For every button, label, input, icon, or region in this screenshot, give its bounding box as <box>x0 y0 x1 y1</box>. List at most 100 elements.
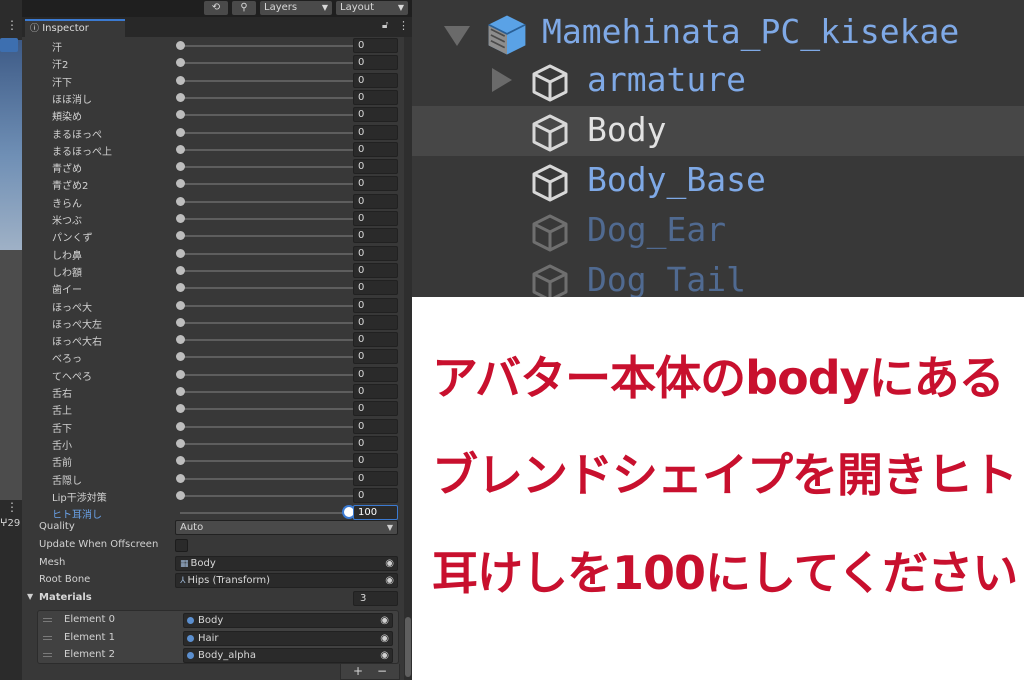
blendshape-slider-knob[interactable] <box>176 300 185 310</box>
material-field[interactable]: Hair ◉ <box>183 630 393 646</box>
blendshape-value-field[interactable]: 0 <box>353 487 398 503</box>
hierarchy-root-row[interactable]: Mamehinata_PC_kisekae <box>412 8 1024 58</box>
blendshape-slider-track[interactable] <box>180 79 355 82</box>
blendshape-slider-track[interactable] <box>180 218 355 220</box>
more-options-icon[interactable]: ⋮ <box>6 18 18 32</box>
object-picker-icon[interactable]: ◉ <box>385 574 394 587</box>
blendshape-slider-track[interactable] <box>180 252 355 255</box>
object-picker-icon[interactable]: ◉ <box>380 632 389 645</box>
lock-icon[interactable]: 🔓︎ <box>382 20 388 31</box>
blendshape-value-field[interactable]: 0 <box>353 280 398 296</box>
hierarchy-item[interactable]: armature <box>412 56 1024 106</box>
blendshape-slider-knob[interactable] <box>176 92 185 102</box>
blendshape-slider-track[interactable] <box>180 373 355 376</box>
scene-view-strip[interactable]: ⋮ ⋮ ⵖ29 <box>0 0 22 680</box>
expand-arrow-icon[interactable] <box>444 26 470 46</box>
drag-handle-icon[interactable] <box>43 618 52 622</box>
blendshape-slider-knob[interactable] <box>176 265 185 275</box>
blendshape-slider-knob[interactable] <box>176 162 185 172</box>
quality-dropdown[interactable]: Auto ▼ <box>175 520 398 535</box>
blendshape-slider-knob[interactable] <box>176 231 185 241</box>
blendshape-slider-track[interactable] <box>180 148 355 151</box>
drag-handle-icon[interactable] <box>43 653 52 657</box>
history-button[interactable]: ⟲ <box>204 1 228 15</box>
inspector-scrollbar[interactable] <box>404 37 412 680</box>
blendshape-slider-knob[interactable] <box>176 41 185 50</box>
blendshape-value-field[interactable]: 0 <box>353 453 398 469</box>
layout-dropdown[interactable]: Layout ▼ <box>336 1 408 15</box>
blendshape-slider-track[interactable] <box>180 321 355 324</box>
blendshape-value-field[interactable]: 0 <box>353 124 398 140</box>
blendshape-slider-track[interactable] <box>180 131 355 134</box>
blendshape-value-field[interactable]: 0 <box>353 245 398 261</box>
blendshape-slider-track[interactable] <box>180 339 355 342</box>
blendshape-value-field[interactable]: 0 <box>353 297 398 313</box>
blendshape-slider-knob[interactable] <box>176 58 185 68</box>
blendshape-slider-knob[interactable] <box>176 404 185 414</box>
blendshape-slider-track[interactable] <box>180 96 355 99</box>
blendshape-slider-knob[interactable] <box>176 214 185 223</box>
materials-foldout[interactable]: ▼ Materials 3 <box>22 590 412 607</box>
blendshape-value-field[interactable]: 0 <box>353 193 398 209</box>
blendshape-slider-track[interactable] <box>180 200 355 203</box>
blendshape-slider-track[interactable] <box>180 114 355 117</box>
blendshape-value-field[interactable]: 0 <box>353 176 398 192</box>
blendshape-slider-knob[interactable] <box>176 369 185 379</box>
blendshape-value-field[interactable]: 0 <box>353 401 398 417</box>
expand-arrow-icon[interactable] <box>492 68 512 92</box>
more-options-icon[interactable]: ⋮ <box>6 500 18 514</box>
more-options-icon[interactable]: ⋮ <box>398 19 409 32</box>
blendshape-value-field[interactable]: 0 <box>353 418 398 434</box>
blendshape-slider-knob[interactable] <box>176 110 185 120</box>
blendshape-slider-track[interactable] <box>180 391 355 393</box>
foldout-arrow-icon[interactable]: ▼ <box>27 592 33 601</box>
blendshape-slider-knob[interactable] <box>176 473 185 483</box>
blendshape-slider-knob[interactable] <box>176 248 185 258</box>
blendshape-slider-track[interactable] <box>180 45 355 47</box>
blendshape-value-field[interactable]: 0 <box>353 366 398 382</box>
remove-element-button[interactable]: − <box>377 664 387 678</box>
blendshape-slider-knob[interactable] <box>176 335 185 345</box>
blendshape-slider-track[interactable] <box>180 235 355 238</box>
hierarchy-item[interactable]: Dog_Tail <box>412 256 1024 297</box>
blendshape-slider-knob[interactable] <box>176 421 185 431</box>
blendshape-value-field[interactable]: 0 <box>353 332 398 348</box>
blendshape-slider-track[interactable] <box>180 408 355 411</box>
object-picker-icon[interactable]: ◉ <box>385 557 394 570</box>
blendshape-value-field[interactable]: 0 <box>353 141 398 157</box>
hierarchy-item[interactable]: Body <box>412 106 1024 156</box>
blendshape-slider-knob[interactable] <box>176 456 185 466</box>
blendshape-value-field[interactable]: 0 <box>353 107 398 123</box>
blendshape-slider-track[interactable] <box>180 494 355 497</box>
blendshape-value-field[interactable]: 0 <box>353 262 398 278</box>
root-bone-field[interactable]: ⅄ Hips (Transform) ◉ <box>175 573 398 588</box>
scene-dropdown[interactable] <box>0 38 18 52</box>
blendshape-slider-track[interactable] <box>180 477 355 480</box>
blendshape-value-field[interactable]: 0 <box>353 435 398 451</box>
blendshape-slider-knob[interactable] <box>176 144 185 154</box>
object-picker-icon[interactable]: ◉ <box>380 614 389 627</box>
blendshape-value-field[interactable]: 0 <box>353 228 398 244</box>
blendshape-slider-track[interactable] <box>180 356 355 359</box>
blendshape-slider-knob[interactable] <box>176 283 185 293</box>
blendshape-slider-track[interactable] <box>180 269 355 272</box>
drag-handle-icon[interactable] <box>43 635 52 640</box>
blendshape-slider-knob[interactable] <box>176 490 185 500</box>
blendshape-slider-knob[interactable] <box>176 387 185 396</box>
materials-count[interactable]: 3 <box>353 591 398 606</box>
blendshape-slider-track[interactable] <box>180 425 355 428</box>
scrollbar-thumb[interactable] <box>405 617 411 677</box>
blendshape-slider-knob[interactable] <box>176 352 185 362</box>
blendshape-slider-track[interactable] <box>180 166 355 169</box>
update-offscreen-checkbox[interactable] <box>175 539 188 552</box>
blendshape-slider-knob[interactable] <box>176 179 185 189</box>
blendshape-value-field[interactable]: 0 <box>353 38 398 53</box>
blendshape-slider-track[interactable] <box>180 183 355 186</box>
blendshape-value-field[interactable]: 0 <box>353 349 398 365</box>
blendshape-slider-track[interactable] <box>180 304 355 307</box>
blendshape-value-field[interactable]: 0 <box>353 384 398 399</box>
blendshape-slider-track[interactable] <box>180 62 355 65</box>
blendshape-value-field[interactable]: 0 <box>353 89 398 105</box>
blendshape-value-field[interactable]: 0 <box>353 314 398 330</box>
blendshape-slider-knob[interactable] <box>176 75 185 85</box>
